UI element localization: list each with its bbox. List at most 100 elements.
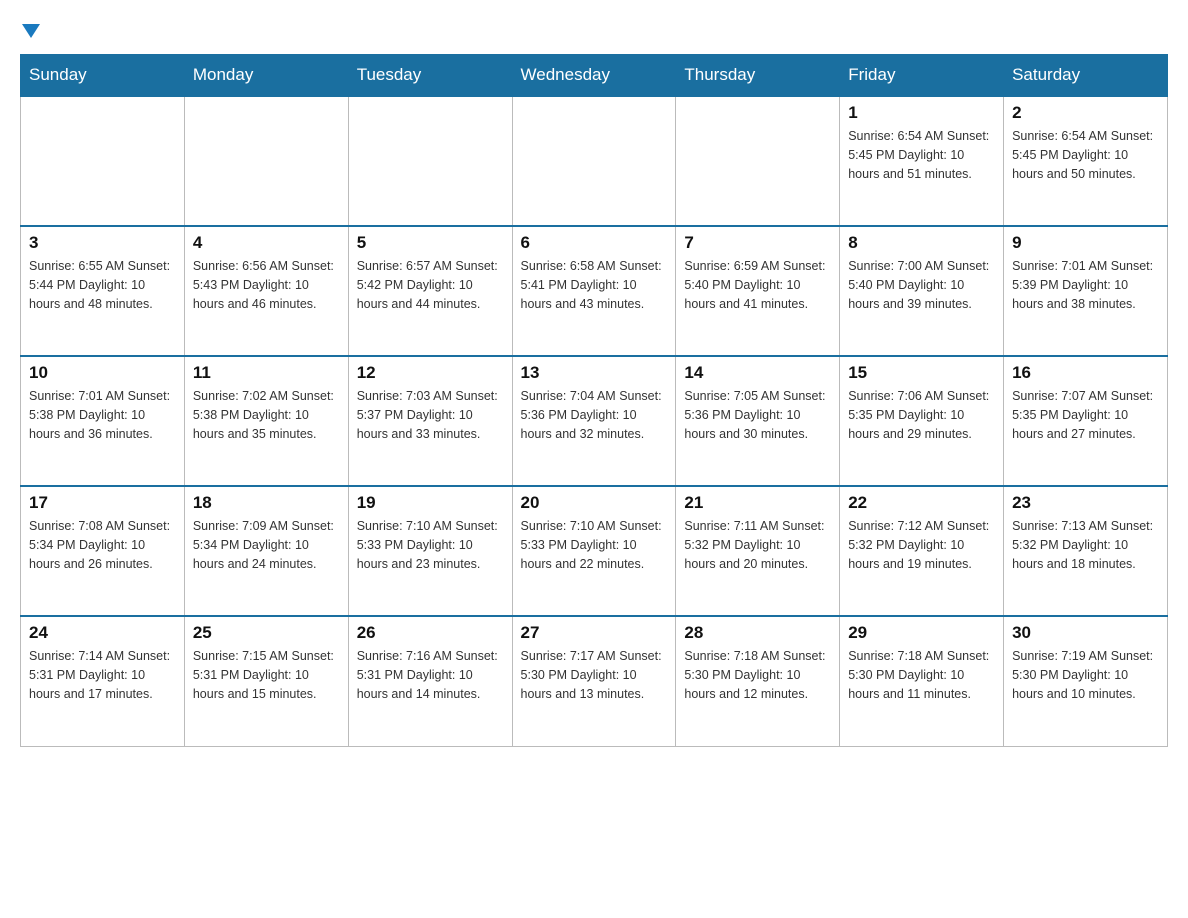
day-info: Sunrise: 7:01 AM Sunset: 5:39 PM Dayligh…: [1012, 257, 1159, 313]
day-number: 1: [848, 103, 995, 123]
day-info: Sunrise: 7:19 AM Sunset: 5:30 PM Dayligh…: [1012, 647, 1159, 703]
day-number: 8: [848, 233, 995, 253]
day-info: Sunrise: 7:08 AM Sunset: 5:34 PM Dayligh…: [29, 517, 176, 573]
day-info: Sunrise: 7:13 AM Sunset: 5:32 PM Dayligh…: [1012, 517, 1159, 573]
calendar-cell: 2 Sunrise: 6:54 AM Sunset: 5:45 PM Daylig…: [1004, 96, 1168, 226]
calendar-cell: 13 Sunrise: 7:04 AM Sunset: 5:36 PM Dayli…: [512, 356, 676, 486]
calendar-cell: 8 Sunrise: 7:00 AM Sunset: 5:40 PM Daylig…: [840, 226, 1004, 356]
day-info: Sunrise: 7:11 AM Sunset: 5:32 PM Dayligh…: [684, 517, 831, 573]
day-number: 25: [193, 623, 340, 643]
calendar-cell: [21, 96, 185, 226]
calendar-cell: 4 Sunrise: 6:56 AM Sunset: 5:43 PM Daylig…: [184, 226, 348, 356]
calendar-cell: 25 Sunrise: 7:15 AM Sunset: 5:31 PM Dayli…: [184, 616, 348, 746]
calendar: SundayMondayTuesdayWednesdayThursdayFrid…: [20, 54, 1168, 747]
day-info: Sunrise: 7:03 AM Sunset: 5:37 PM Dayligh…: [357, 387, 504, 443]
day-info: Sunrise: 7:02 AM Sunset: 5:38 PM Dayligh…: [193, 387, 340, 443]
day-number: 21: [684, 493, 831, 513]
day-number: 12: [357, 363, 504, 383]
day-number: 24: [29, 623, 176, 643]
day-number: 6: [521, 233, 668, 253]
day-info: Sunrise: 7:05 AM Sunset: 5:36 PM Dayligh…: [684, 387, 831, 443]
day-number: 28: [684, 623, 831, 643]
calendar-cell: 11Sunrise: 7:02 AM Sunset: 5:38 PM Dayli…: [184, 356, 348, 486]
calendar-cell: 21 Sunrise: 7:11 AM Sunset: 5:32 PM Dayli…: [676, 486, 840, 616]
day-header-saturday: Saturday: [1004, 55, 1168, 97]
days-header-row: SundayMondayTuesdayWednesdayThursdayFrid…: [21, 55, 1168, 97]
calendar-cell: [512, 96, 676, 226]
day-info: Sunrise: 7:18 AM Sunset: 5:30 PM Dayligh…: [848, 647, 995, 703]
day-number: 17: [29, 493, 176, 513]
day-number: 14: [684, 363, 831, 383]
day-info: Sunrise: 7:10 AM Sunset: 5:33 PM Dayligh…: [521, 517, 668, 573]
day-info: Sunrise: 6:54 AM Sunset: 5:45 PM Dayligh…: [1012, 127, 1159, 183]
day-number: 7: [684, 233, 831, 253]
day-number: 2: [1012, 103, 1159, 123]
day-info: Sunrise: 6:59 AM Sunset: 5:40 PM Dayligh…: [684, 257, 831, 313]
day-number: 9: [1012, 233, 1159, 253]
day-info: Sunrise: 6:55 AM Sunset: 5:44 PM Dayligh…: [29, 257, 176, 313]
day-info: Sunrise: 6:54 AM Sunset: 5:45 PM Dayligh…: [848, 127, 995, 183]
logo: [20, 20, 40, 38]
day-info: Sunrise: 6:56 AM Sunset: 5:43 PM Dayligh…: [193, 257, 340, 313]
day-header-sunday: Sunday: [21, 55, 185, 97]
day-info: Sunrise: 7:18 AM Sunset: 5:30 PM Dayligh…: [684, 647, 831, 703]
day-number: 15: [848, 363, 995, 383]
day-number: 16: [1012, 363, 1159, 383]
calendar-cell: [676, 96, 840, 226]
calendar-cell: 1 Sunrise: 6:54 AM Sunset: 5:45 PM Daylig…: [840, 96, 1004, 226]
day-number: 27: [521, 623, 668, 643]
day-number: 18: [193, 493, 340, 513]
day-info: Sunrise: 7:17 AM Sunset: 5:30 PM Dayligh…: [521, 647, 668, 703]
day-info: Sunrise: 6:57 AM Sunset: 5:42 PM Dayligh…: [357, 257, 504, 313]
day-number: 10: [29, 363, 176, 383]
day-info: Sunrise: 7:09 AM Sunset: 5:34 PM Dayligh…: [193, 517, 340, 573]
calendar-cell: 7 Sunrise: 6:59 AM Sunset: 5:40 PM Daylig…: [676, 226, 840, 356]
day-info: Sunrise: 7:14 AM Sunset: 5:31 PM Dayligh…: [29, 647, 176, 703]
day-number: 19: [357, 493, 504, 513]
day-number: 23: [1012, 493, 1159, 513]
calendar-cell: 12 Sunrise: 7:03 AM Sunset: 5:37 PM Dayli…: [348, 356, 512, 486]
calendar-cell: 24 Sunrise: 7:14 AM Sunset: 5:31 PM Dayli…: [21, 616, 185, 746]
calendar-cell: 10 Sunrise: 7:01 AM Sunset: 5:38 PM Dayli…: [21, 356, 185, 486]
day-header-monday: Monday: [184, 55, 348, 97]
week-row-5: 24 Sunrise: 7:14 AM Sunset: 5:31 PM Dayli…: [21, 616, 1168, 746]
day-number: 26: [357, 623, 504, 643]
calendar-cell: 17 Sunrise: 7:08 AM Sunset: 5:34 PM Dayli…: [21, 486, 185, 616]
calendar-cell: 9 Sunrise: 7:01 AM Sunset: 5:39 PM Daylig…: [1004, 226, 1168, 356]
day-header-wednesday: Wednesday: [512, 55, 676, 97]
day-number: 29: [848, 623, 995, 643]
header: [20, 20, 1168, 38]
calendar-cell: 30Sunrise: 7:19 AM Sunset: 5:30 PM Dayli…: [1004, 616, 1168, 746]
calendar-cell: [184, 96, 348, 226]
calendar-cell: [348, 96, 512, 226]
calendar-cell: 3 Sunrise: 6:55 AM Sunset: 5:44 PM Daylig…: [21, 226, 185, 356]
calendar-cell: 23 Sunrise: 7:13 AM Sunset: 5:32 PM Dayli…: [1004, 486, 1168, 616]
day-info: Sunrise: 6:58 AM Sunset: 5:41 PM Dayligh…: [521, 257, 668, 313]
day-info: Sunrise: 7:00 AM Sunset: 5:40 PM Dayligh…: [848, 257, 995, 313]
calendar-cell: 5Sunrise: 6:57 AM Sunset: 5:42 PM Daylig…: [348, 226, 512, 356]
day-number: 13: [521, 363, 668, 383]
calendar-cell: 16Sunrise: 7:07 AM Sunset: 5:35 PM Dayli…: [1004, 356, 1168, 486]
week-row-1: 1 Sunrise: 6:54 AM Sunset: 5:45 PM Daylig…: [21, 96, 1168, 226]
calendar-cell: 22 Sunrise: 7:12 AM Sunset: 5:32 PM Dayli…: [840, 486, 1004, 616]
day-number: 20: [521, 493, 668, 513]
day-info: Sunrise: 7:01 AM Sunset: 5:38 PM Dayligh…: [29, 387, 176, 443]
day-number: 3: [29, 233, 176, 253]
day-info: Sunrise: 7:10 AM Sunset: 5:33 PM Dayligh…: [357, 517, 504, 573]
calendar-cell: 28 Sunrise: 7:18 AM Sunset: 5:30 PM Dayli…: [676, 616, 840, 746]
day-header-thursday: Thursday: [676, 55, 840, 97]
day-number: 22: [848, 493, 995, 513]
calendar-cell: 19 Sunrise: 7:10 AM Sunset: 5:33 PM Dayli…: [348, 486, 512, 616]
calendar-cell: 27 Sunrise: 7:17 AM Sunset: 5:30 PM Dayli…: [512, 616, 676, 746]
day-info: Sunrise: 7:15 AM Sunset: 5:31 PM Dayligh…: [193, 647, 340, 703]
day-header-tuesday: Tuesday: [348, 55, 512, 97]
calendar-cell: 15Sunrise: 7:06 AM Sunset: 5:35 PM Dayli…: [840, 356, 1004, 486]
week-row-2: 3 Sunrise: 6:55 AM Sunset: 5:44 PM Daylig…: [21, 226, 1168, 356]
calendar-cell: 6 Sunrise: 6:58 AM Sunset: 5:41 PM Daylig…: [512, 226, 676, 356]
week-row-3: 10 Sunrise: 7:01 AM Sunset: 5:38 PM Dayli…: [21, 356, 1168, 486]
day-info: Sunrise: 7:04 AM Sunset: 5:36 PM Dayligh…: [521, 387, 668, 443]
day-header-friday: Friday: [840, 55, 1004, 97]
calendar-cell: 26Sunrise: 7:16 AM Sunset: 5:31 PM Dayli…: [348, 616, 512, 746]
day-number: 4: [193, 233, 340, 253]
day-info: Sunrise: 7:12 AM Sunset: 5:32 PM Dayligh…: [848, 517, 995, 573]
